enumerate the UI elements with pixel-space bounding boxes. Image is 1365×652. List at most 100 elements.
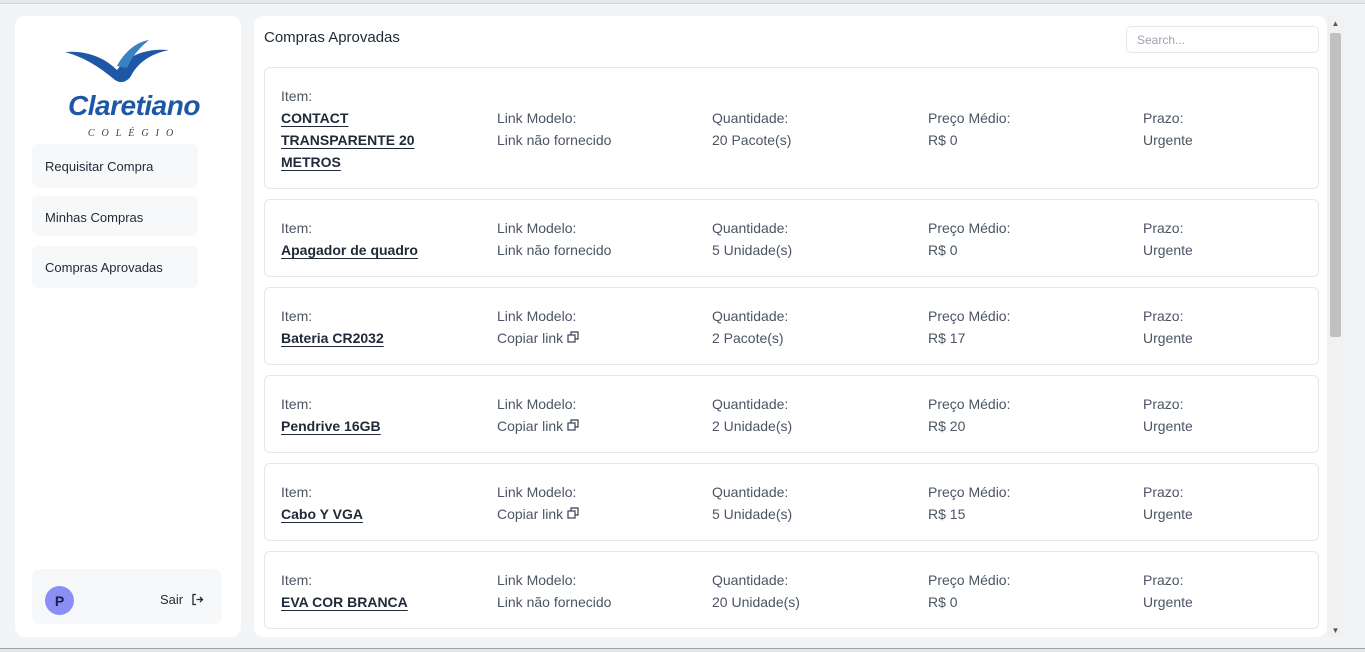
deadline-value: Urgente <box>1143 330 1193 346</box>
price-value: R$ 0 <box>928 594 958 610</box>
deadline-value: Urgente <box>1143 594 1193 610</box>
claretiano-logo: Claretiano COLÉGIO <box>57 36 207 146</box>
quantity-value: 2 Pacote(s) <box>712 330 784 346</box>
list-item: Item: EVA COR BRANCA Link Modelo: Link n… <box>264 551 1319 629</box>
deadline-value: Urgente <box>1143 132 1193 148</box>
brand-name: Claretiano <box>68 90 200 121</box>
item-name-link[interactable]: Apagador de quadro <box>281 239 441 261</box>
link-label: Link Modelo: <box>497 220 577 236</box>
link-label: Link Modelo: <box>497 308 577 324</box>
item-label: Item: <box>281 572 313 588</box>
quantity-value: 2 Unidade(s) <box>712 418 793 434</box>
copy-link-label: Copiar link <box>497 330 564 346</box>
item-name-link[interactable]: CONTACT TRANSPARENTE 20 METROS <box>281 107 441 173</box>
list-item: Item: Bateria CR2032 Link Modelo: Copiar… <box>264 287 1319 365</box>
sidebar-item-minhas-compras[interactable]: Minhas Compras <box>32 196 198 236</box>
sidebar-item-requisitar-compra[interactable]: Requisitar Compra <box>32 144 198 188</box>
deadline-label: Prazo: <box>1143 484 1184 500</box>
logout-label: Sair <box>160 591 184 607</box>
price-label: Preço Médio: <box>928 396 1011 412</box>
quantity-value: 5 Unidade(s) <box>712 506 793 522</box>
sidebar-item-label: Minhas Compras <box>45 210 144 225</box>
quantity-label: Quantidade: <box>712 572 789 588</box>
link-column: Link Modelo: Copiar link <box>497 393 579 437</box>
price-label: Preço Médio: <box>928 484 1011 500</box>
quantity-label: Quantidade: <box>712 110 789 126</box>
link-label: Link Modelo: <box>497 484 577 500</box>
copy-link-label: Copiar link <box>497 506 564 522</box>
price-value: R$ 15 <box>928 506 966 522</box>
item-label: Item: <box>281 88 313 104</box>
link-column: Link Modelo: Link não fornecido <box>497 569 611 613</box>
copy-link-button[interactable]: Copiar link <box>497 415 579 437</box>
scroll-down-arrow-icon[interactable]: ▼ <box>1327 623 1344 637</box>
item-label: Item: <box>281 220 313 236</box>
price-column: Preço Médio: R$ 15 <box>928 481 1010 525</box>
quantity-label: Quantidade: <box>712 484 789 500</box>
quantity-value: 5 Unidade(s) <box>712 242 793 258</box>
item-column: Item: CONTACT TRANSPARENTE 20 METROS <box>281 85 441 173</box>
quantity-column: Quantidade: 20 Unidade(s) <box>712 569 800 613</box>
scrollbar-thumb[interactable] <box>1330 33 1341 337</box>
quantity-value: 20 Pacote(s) <box>712 132 792 148</box>
item-name-link[interactable]: Bateria CR2032 <box>281 327 441 349</box>
item-column: Item: Pendrive 16GB <box>281 393 441 437</box>
copy-icon <box>567 331 579 343</box>
quantity-column: Quantidade: 20 Pacote(s) <box>712 107 791 151</box>
list-item: Item: CONTACT TRANSPARENTE 20 METROS Lin… <box>264 67 1319 189</box>
scroll-up-arrow-icon[interactable]: ▲ <box>1327 16 1344 30</box>
deadline-column: Prazo: Urgente <box>1143 569 1193 613</box>
item-column: Item: Apagador de quadro <box>281 217 441 261</box>
link-value: Link não fornecido <box>497 594 612 610</box>
item-name-link[interactable]: Pendrive 16GB <box>281 415 441 437</box>
quantity-column: Quantidade: 5 Unidade(s) <box>712 481 792 525</box>
link-column: Link Modelo: Link não fornecido <box>497 217 611 261</box>
sidebar-item-compras-aprovadas[interactable]: Compras Aprovadas <box>32 246 198 288</box>
item-name-link[interactable]: Cabo Y VGA <box>281 503 441 525</box>
copy-icon <box>567 419 579 431</box>
deadline-column: Prazo: Urgente <box>1143 305 1193 349</box>
main-panel: Compras Aprovadas Item: CONTACT TRANSPAR… <box>254 16 1327 637</box>
item-column: Item: Cabo Y VGA <box>281 481 441 525</box>
copy-link-label: Copiar link <box>497 418 564 434</box>
price-column: Preço Médio: R$ 0 <box>928 569 1010 613</box>
item-label: Item: <box>281 396 313 412</box>
item-name-link[interactable]: EVA COR BRANCA <box>281 591 441 613</box>
item-label: Item: <box>281 308 313 324</box>
list-item: Item: Cabo Y VGA Link Modelo: Copiar lin… <box>264 463 1319 541</box>
list-item: Item: Apagador de quadro Link Modelo: Li… <box>264 199 1319 277</box>
link-label: Link Modelo: <box>497 396 577 412</box>
deadline-value: Urgente <box>1143 506 1193 522</box>
list-item: Item: Pendrive 16GB Link Modelo: Copiar … <box>264 375 1319 453</box>
item-label: Item: <box>281 484 313 500</box>
bird-logo-icon <box>65 40 169 83</box>
avatar[interactable]: P <box>45 586 74 615</box>
price-value: R$ 20 <box>928 418 966 434</box>
vertical-scrollbar[interactable]: ▲ ▼ <box>1327 16 1344 637</box>
deadline-value: Urgente <box>1143 242 1193 258</box>
price-label: Preço Médio: <box>928 220 1011 236</box>
item-column: Item: Bateria CR2032 <box>281 305 441 349</box>
user-panel: P Sair <box>32 569 222 624</box>
logout-button[interactable]: Sair <box>160 587 204 611</box>
quantity-label: Quantidade: <box>712 220 789 236</box>
window-bottom-border <box>0 648 1365 652</box>
copy-link-button[interactable]: Copiar link <box>497 327 579 349</box>
logout-icon <box>192 593 204 605</box>
price-label: Preço Médio: <box>928 572 1011 588</box>
link-column: Link Modelo: Copiar link <box>497 305 579 349</box>
sidebar: Claretiano COLÉGIO Requisitar Compra Min… <box>15 16 241 637</box>
link-column: Link Modelo: Link não fornecido <box>497 107 611 151</box>
copy-link-button[interactable]: Copiar link <box>497 503 579 525</box>
deadline-label: Prazo: <box>1143 308 1184 324</box>
deadline-column: Prazo: Urgente <box>1143 481 1193 525</box>
quantity-label: Quantidade: <box>712 308 789 324</box>
link-column: Link Modelo: Copiar link <box>497 481 579 525</box>
deadline-value: Urgente <box>1143 418 1193 434</box>
price-value: R$ 0 <box>928 132 958 148</box>
quantity-column: Quantidade: 2 Pacote(s) <box>712 305 788 349</box>
price-label: Preço Médio: <box>928 308 1011 324</box>
deadline-column: Prazo: Urgente <box>1143 107 1193 151</box>
price-value: R$ 0 <box>928 242 958 258</box>
search-input[interactable] <box>1126 26 1319 53</box>
